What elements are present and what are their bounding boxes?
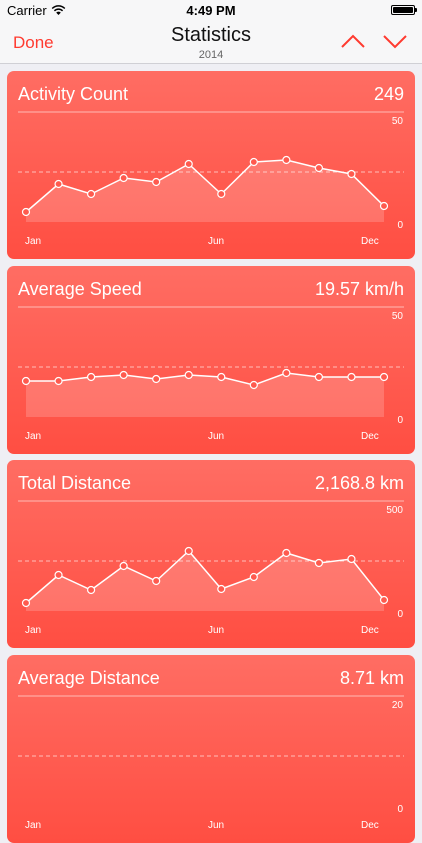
- chart-point-mar: [86, 189, 96, 199]
- x-axis-label: Jun: [208, 236, 225, 247]
- clock: 4:49 PM: [186, 3, 236, 18]
- chart-point-oct: [314, 558, 324, 568]
- y-axis-min-label: 0: [397, 220, 403, 231]
- chart-point-jul: [217, 584, 226, 594]
- chart-point-dec: [379, 201, 389, 211]
- chart-point-jan: [21, 598, 31, 608]
- status-bar: Carrier 4:49 PM: [0, 0, 422, 20]
- chart-point-jun: [184, 546, 193, 556]
- chart-point-apr: [119, 173, 128, 183]
- line-chart: [18, 695, 404, 757]
- chart-point-oct: [314, 163, 324, 173]
- chart-point-nov: [347, 372, 356, 382]
- x-axis-label: Dec: [361, 820, 379, 831]
- battery-icon: [391, 5, 417, 15]
- chart-point-jan: [21, 207, 31, 217]
- x-axis-label: Jan: [25, 820, 42, 831]
- line-chart: [18, 111, 404, 222]
- page-subtitle: 2014: [198, 49, 224, 61]
- chart-point-mar: [86, 585, 96, 595]
- chart-area: [26, 373, 384, 417]
- chart-point-may: [152, 576, 161, 586]
- chart-point-may: [152, 177, 161, 187]
- x-axis-label: Jan: [25, 625, 42, 636]
- chart-point-feb: [54, 570, 63, 580]
- chart-point-aug: [249, 157, 258, 167]
- chart-point-feb: [54, 179, 63, 189]
- stat-card[interactable]: Average Distance 8.71 km 20 0 Jan Jun Dec: [7, 655, 415, 843]
- stat-card[interactable]: Total Distance 2,168.8 km 500 0 Jan Jun Dec: [7, 460, 415, 648]
- chart-point-nov: [347, 169, 356, 179]
- x-axis-label: Dec: [361, 236, 379, 247]
- chart-point-apr: [119, 370, 128, 380]
- chart-point-jan: [21, 376, 31, 386]
- chart-point-dec: [379, 372, 389, 382]
- x-axis-label: Jun: [208, 820, 225, 831]
- chart-point-sep: [282, 368, 291, 378]
- stat-card[interactable]: Activity Count 249 50 0 Jan Jun Dec: [7, 71, 415, 259]
- chart-area: [26, 551, 384, 611]
- chart-point-sep: [282, 155, 291, 165]
- navigation-bar: Done Statistics 2014: [0, 20, 422, 64]
- line-chart: [18, 306, 404, 417]
- chart-point-aug: [249, 380, 258, 390]
- chart-point-jun: [184, 159, 193, 169]
- chart-point-aug: [249, 572, 258, 582]
- y-axis-max-label: 500: [386, 505, 403, 516]
- chevron-up-icon[interactable]: [340, 32, 366, 50]
- x-axis-label: Jun: [208, 431, 225, 442]
- chart-point-feb: [54, 376, 63, 386]
- y-axis-max-label: 50: [391, 116, 403, 127]
- y-axis-min-label: 0: [397, 609, 403, 620]
- chart-point-mar: [86, 372, 96, 382]
- chart-point-oct: [314, 372, 324, 382]
- chart-point-dec: [379, 595, 389, 605]
- chart-point-sep: [282, 548, 291, 558]
- chart-point-jul: [217, 372, 226, 382]
- y-axis-min-label: 0: [397, 804, 403, 815]
- y-axis-max-label: 20: [391, 700, 403, 711]
- stat-card[interactable]: Average Speed 19.57 km/h 50 0 Jan Jun Dec: [7, 266, 415, 454]
- line-chart: [18, 500, 404, 611]
- x-axis-label: Jan: [25, 431, 42, 442]
- chart-point-apr: [119, 561, 128, 571]
- x-axis-label: Dec: [361, 431, 379, 442]
- chart-point-jun: [184, 370, 193, 380]
- x-axis-label: Dec: [361, 625, 379, 636]
- y-axis-max-label: 50: [391, 311, 403, 322]
- chart-point-jul: [217, 189, 226, 199]
- x-axis-label: Jan: [25, 236, 42, 247]
- chart-point-may: [152, 374, 161, 384]
- y-axis-min-label: 0: [397, 415, 403, 426]
- chevron-down-icon[interactable]: [382, 32, 408, 50]
- x-axis-label: Jun: [208, 625, 225, 636]
- chart-point-nov: [347, 554, 356, 564]
